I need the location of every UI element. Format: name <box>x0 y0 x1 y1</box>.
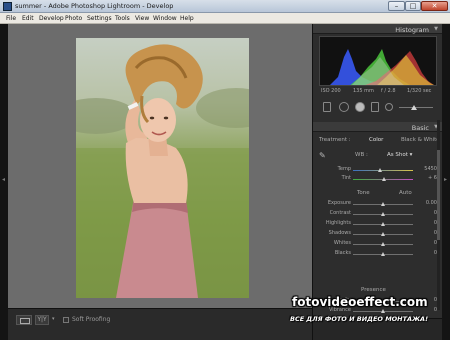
slider-whites[interactable]: Whites 0 <box>317 240 439 248</box>
menu-window[interactable]: Window <box>153 15 177 22</box>
menu-tools[interactable]: Tools <box>115 15 130 22</box>
slider-knob[interactable] <box>378 168 382 172</box>
basic-panel-header[interactable]: Basic ▼ <box>313 122 443 132</box>
watermark-tagline: ВСЕ ДЛЯ ФОТО И ВИДЕО МОНТАЖА! <box>290 315 429 323</box>
tone-auto-button[interactable]: Auto <box>399 190 412 196</box>
panel-scrollbar[interactable] <box>437 120 440 310</box>
photo-canvas[interactable] <box>8 24 312 308</box>
slider-label: Highlights <box>325 220 351 226</box>
before-after-button[interactable]: Y|Y <box>35 315 49 325</box>
maximize-button[interactable]: □ <box>405 1 421 11</box>
menu-photo[interactable]: Photo <box>65 15 82 22</box>
wb-dropdown[interactable]: As Shot ▾ <box>387 152 412 158</box>
tone-label: Tone <box>357 190 370 196</box>
slider-label: Tint <box>341 175 351 181</box>
collapse-right-arrow-icon[interactable]: ▸ <box>444 176 447 183</box>
lightroom-workspace: ◂ Y|Y ▾ Soft Proofing Histogram ▼ ISO 20… <box>0 24 450 340</box>
slider-track[interactable] <box>353 170 413 171</box>
watermark-url: fotovideoeffect.com <box>292 295 428 309</box>
collapse-triangle-icon[interactable]: ▼ <box>434 26 438 32</box>
slider-value[interactable]: + 6 <box>428 175 437 181</box>
treatment-row: Treatment : Color Black & White <box>317 137 440 145</box>
left-panel-collapsed[interactable]: ◂ <box>0 24 8 340</box>
loupe-view-button[interactable] <box>16 315 32 325</box>
menu-bar: File Edit Develop Photo Settings Tools V… <box>0 13 450 24</box>
histogram-panel-header[interactable]: Histogram ▼ <box>313 24 443 34</box>
slider-label: Contrast <box>329 210 351 216</box>
slider-label: Blacks <box>334 250 351 256</box>
minimize-button[interactable]: – <box>388 1 405 11</box>
slider-knob[interactable] <box>381 242 385 246</box>
histogram-title: Histogram <box>395 26 429 34</box>
menu-develop[interactable]: Develop <box>39 15 64 22</box>
menu-file[interactable]: File <box>6 15 16 22</box>
chevron-down-icon[interactable]: ▾ <box>52 316 55 322</box>
aperture-value: f / 2.8 <box>381 88 396 94</box>
treatment-color-option[interactable]: Color <box>369 137 383 143</box>
window-title: summer - Adobe Photoshop Lightroom - Dev… <box>15 2 174 10</box>
slider-knob[interactable] <box>381 202 385 206</box>
slider-knob[interactable] <box>381 309 385 313</box>
iso-value: ISO 200 <box>321 88 341 94</box>
white-balance-row: ✎ WB : As Shot ▾ <box>317 151 439 161</box>
bottom-toolbar: Y|Y ▾ Soft Proofing <box>8 308 312 340</box>
tool-strip <box>319 100 437 114</box>
red-eye-tool-icon[interactable] <box>355 102 365 112</box>
slider-value[interactable]: 0.00 <box>426 200 437 206</box>
spot-removal-tool-icon[interactable] <box>339 102 349 112</box>
slider-temp[interactable]: Temp 5450 <box>317 166 439 174</box>
soft-proofing-checkbox[interactable] <box>63 317 69 323</box>
right-panel: Histogram ▼ ISO 200 135 mm f / 2.8 1/320… <box>312 24 443 340</box>
slider-contrast[interactable]: Contrast 0 <box>317 210 439 218</box>
slider-knob[interactable] <box>381 222 385 226</box>
slider-knob[interactable] <box>382 177 387 181</box>
slider-knob[interactable] <box>381 212 385 216</box>
slider-knob[interactable] <box>381 252 385 256</box>
scrollbar-thumb[interactable] <box>437 150 440 240</box>
woman-in-field-photo <box>76 44 249 298</box>
graduated-filter-tool-icon[interactable] <box>371 102 379 112</box>
right-edge-strip[interactable]: ▸ <box>442 24 450 340</box>
presence-label: Presence <box>361 287 386 293</box>
adjustment-brush-icon[interactable] <box>385 103 393 111</box>
slider-label: Shadows <box>328 230 351 236</box>
slider-highlights[interactable]: Highlights 0 <box>317 220 439 228</box>
slider-label: Temp <box>337 166 351 172</box>
tool-slider-knob[interactable] <box>411 105 417 110</box>
slider-shadows[interactable]: Shadows 0 <box>317 230 439 238</box>
slider-blacks[interactable]: Blacks 0 <box>317 250 439 258</box>
photo-preview[interactable] <box>76 38 249 298</box>
slider-knob[interactable] <box>381 232 385 236</box>
close-button[interactable]: ✕ <box>421 1 448 11</box>
title-bar: summer - Adobe Photoshop Lightroom - Dev… <box>0 0 450 13</box>
slider-tint[interactable]: Tint + 6 <box>317 175 439 183</box>
slider-exposure[interactable]: Exposure 0.00 <box>317 200 439 208</box>
shutter-value: 1/320 sec <box>407 88 432 94</box>
slider-label: Exposure <box>327 200 351 206</box>
crop-tool-icon[interactable] <box>323 102 331 112</box>
slider-label: Whites <box>333 240 351 246</box>
menu-settings[interactable]: Settings <box>87 15 112 22</box>
histogram <box>319 36 437 86</box>
focal-length-value: 135 mm <box>353 88 374 94</box>
histogram-info: ISO 200 135 mm f / 2.8 1/320 sec <box>319 88 437 96</box>
menu-view[interactable]: View <box>135 15 149 22</box>
histogram-graph <box>330 49 434 85</box>
menu-help[interactable]: Help <box>180 15 194 22</box>
slider-value[interactable]: 5450 <box>424 166 437 172</box>
basic-title: Basic <box>411 124 429 132</box>
menu-edit[interactable]: Edit <box>22 15 34 22</box>
treatment-bw-option[interactable]: Black & White <box>401 137 440 143</box>
treatment-label: Treatment : <box>319 137 351 143</box>
wb-label: WB : <box>355 152 368 158</box>
expand-left-arrow-icon[interactable]: ◂ <box>2 176 5 183</box>
soft-proofing-label: Soft Proofing <box>72 316 111 323</box>
lightroom-app-icon <box>3 2 12 11</box>
eyedropper-icon[interactable]: ✎ <box>319 151 326 160</box>
